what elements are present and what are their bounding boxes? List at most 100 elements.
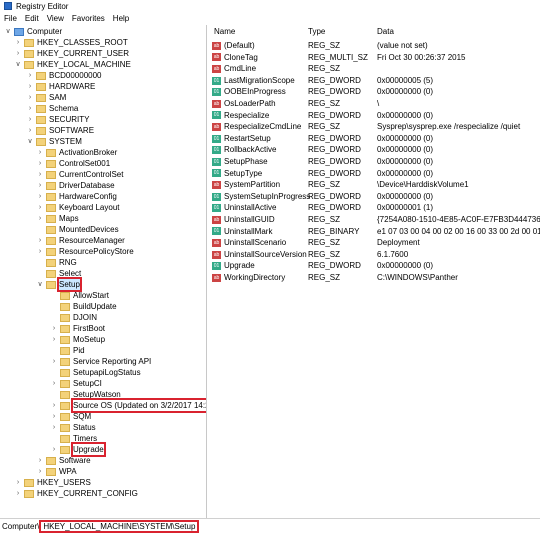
expand-chevron-icon[interactable]: › [50, 444, 58, 455]
value-row[interactable]: 01 UninstallActive REG_DWORD 0x00000001 (1) [212, 202, 538, 214]
tree-node[interactable]: Timers [50, 433, 97, 444]
tree-node[interactable]: › SOFTWARE [26, 125, 94, 136]
expand-chevron-icon[interactable]: › [50, 334, 58, 345]
tree-node[interactable]: › HKEY_USERS [14, 477, 91, 488]
expand-chevron-icon[interactable]: › [26, 114, 34, 125]
tree-node[interactable]: › HARDWARE [26, 81, 96, 92]
tree-node[interactable]: › Maps [36, 213, 79, 224]
expand-chevron-icon[interactable]: › [36, 191, 44, 202]
value-row[interactable]: ab CloneTag REG_MULTI_SZ Fri Oct 30 00:26:3… [212, 52, 538, 64]
tree-node[interactable]: › SECURITY [26, 114, 90, 125]
tree-node[interactable]: Select [36, 268, 81, 279]
tree-node[interactable]: › CurrentControlSet [36, 169, 124, 180]
tree-node[interactable]: › HKEY_CURRENT_USER [14, 48, 129, 59]
expand-chevron-icon[interactable]: › [50, 411, 58, 422]
expand-chevron-icon[interactable]: › [14, 477, 22, 488]
value-row[interactable]: ab SystemPartition REG_SZ \Device\HarddiskV… [212, 179, 538, 191]
tree-node[interactable]: › Keyboard Layout [36, 202, 120, 213]
tree-node[interactable]: ∨ HKEY_LOCAL_MACHINE [14, 59, 130, 70]
registry-tree[interactable]: ∨ Computer › HKEY_CLASSES_ROOT › HKEY_CURRENT… [0, 25, 207, 518]
expand-chevron-icon[interactable]: › [36, 235, 44, 246]
menu-favorites[interactable]: Favorites [72, 14, 105, 23]
expand-chevron-icon[interactable]: › [36, 246, 44, 257]
value-row[interactable]: ab CmdLine REG_SZ [212, 63, 538, 75]
tree-node[interactable]: › BCD00000000 [26, 70, 102, 81]
collapse-chevron-icon[interactable]: ∨ [26, 136, 34, 147]
value-row[interactable]: 01 LastMigrationScope REG_DWORD 0x00000005 … [212, 75, 538, 87]
value-row[interactable]: 01 RollbackActive REG_DWORD 0x00000000 (0) [212, 144, 538, 156]
value-row[interactable]: ab RespecializeCmdLine REG_SZ Sysprep\syspr… [212, 121, 538, 133]
tree-node[interactable]: ∨ SYSTEM [26, 136, 81, 147]
value-row[interactable]: 01 Upgrade REG_DWORD 0x00000000 (0) [212, 260, 538, 272]
column-header-name[interactable]: Name [214, 27, 235, 37]
tree-node[interactable]: › Schema [26, 103, 79, 114]
value-row[interactable]: ab UninstallSourceVersion REG_SZ 6.1.7600 [212, 249, 538, 261]
collapse-chevron-icon[interactable]: ∨ [4, 26, 12, 37]
expand-chevron-icon[interactable]: › [50, 323, 58, 334]
menu-help[interactable]: Help [113, 14, 129, 23]
expand-chevron-icon[interactable]: › [26, 103, 34, 114]
value-row[interactable]: 01 SetupPhase REG_DWORD 0x00000000 (0) [212, 156, 538, 168]
tree-node[interactable]: › MoSetup [50, 334, 105, 345]
tree-node[interactable]: › Software [36, 455, 91, 466]
value-row[interactable]: ab (Default) REG_SZ (value not set) [212, 40, 538, 52]
value-row[interactable]: 01 Respecialize REG_DWORD 0x00000000 (0) [212, 110, 538, 122]
expand-chevron-icon[interactable]: › [36, 455, 44, 466]
tree-node[interactable]: › SAM [26, 92, 67, 103]
tree-node[interactable]: › ResourcePolicyStore [36, 246, 134, 257]
tree-node[interactable]: › ControlSet001 [36, 158, 110, 169]
value-row[interactable]: 01 RestartSetup REG_DWORD 0x00000000 (0) [212, 133, 538, 145]
value-row[interactable]: ab UninstallGUID REG_SZ {7254A080-1510-4E85… [212, 214, 540, 226]
collapse-chevron-icon[interactable]: ∨ [14, 59, 22, 70]
tree-node[interactable]: SetupapiLogStatus [50, 367, 141, 378]
tree-node[interactable]: › Source OS (Updated on 3/2/2017 14:25:37… [50, 398, 206, 413]
tree-node[interactable]: › HKEY_CLASSES_ROOT [14, 37, 128, 48]
expand-chevron-icon[interactable]: › [50, 400, 58, 411]
collapse-chevron-icon[interactable]: ∨ [36, 279, 44, 290]
tree-node[interactable]: ∨ Computer [4, 26, 62, 37]
tree-node[interactable]: AllowStart [50, 290, 109, 301]
tree-node[interactable]: › FirstBoot [50, 323, 105, 334]
tree-node[interactable]: › WPA [36, 466, 77, 477]
tree-node[interactable]: › DriverDatabase [36, 180, 115, 191]
value-row[interactable]: 01 UninstallMark REG_BINARY e1 07 03 00 04 … [212, 226, 540, 238]
tree-node[interactable]: › SQM [50, 411, 91, 422]
value-row[interactable]: ab WorkingDirectory REG_SZ C:\WINDOWS\Panth… [212, 272, 538, 284]
menu-edit[interactable]: Edit [25, 14, 39, 23]
tree-node[interactable]: BuildUpdate [50, 301, 117, 312]
tree-node[interactable]: DJOIN [50, 312, 97, 323]
value-row[interactable]: ab UninstallScenario REG_SZ Deployment [212, 237, 538, 249]
tree-node[interactable]: › ResourceManager [36, 235, 125, 246]
menu-view[interactable]: View [47, 14, 64, 23]
tree-node[interactable]: RNG [36, 257, 77, 268]
expand-chevron-icon[interactable]: › [36, 202, 44, 213]
expand-chevron-icon[interactable]: › [14, 48, 22, 59]
expand-chevron-icon[interactable]: › [50, 422, 58, 433]
value-row[interactable]: 01 OOBEInProgress REG_DWORD 0x00000000 (0) [212, 86, 538, 98]
tree-node[interactable]: ∨ Setup [36, 277, 82, 292]
expand-chevron-icon[interactable]: › [26, 70, 34, 81]
expand-chevron-icon[interactable]: › [36, 180, 44, 191]
tree-node[interactable]: › Status [50, 422, 96, 433]
expand-chevron-icon[interactable]: › [26, 81, 34, 92]
expand-chevron-icon[interactable]: › [36, 147, 44, 158]
expand-chevron-icon[interactable]: › [36, 213, 44, 224]
tree-node[interactable]: MountedDevices [36, 224, 119, 235]
tree-node[interactable]: SetupWatson [50, 389, 121, 400]
expand-chevron-icon[interactable]: › [36, 466, 44, 477]
expand-chevron-icon[interactable]: › [50, 356, 58, 367]
column-header-data[interactable]: Data [377, 27, 394, 37]
expand-chevron-icon[interactable]: › [26, 125, 34, 136]
tree-node[interactable]: Pid [50, 345, 85, 356]
expand-chevron-icon[interactable]: › [14, 37, 22, 48]
column-header-type[interactable]: Type [308, 27, 325, 37]
tree-node[interactable]: › SetupCI [50, 378, 102, 389]
expand-chevron-icon[interactable]: › [36, 169, 44, 180]
tree-node[interactable]: › HardwareConfig [36, 191, 117, 202]
tree-node[interactable]: › HKEY_CURRENT_CONFIG [14, 488, 138, 499]
value-row[interactable]: ab OsLoaderPath REG_SZ \ [212, 98, 538, 110]
expand-chevron-icon[interactable]: › [36, 158, 44, 169]
menu-file[interactable]: File [4, 14, 17, 23]
expand-chevron-icon[interactable]: › [14, 488, 22, 499]
value-row[interactable]: 01 SystemSetupInProgress REG_DWORD 0x000000… [212, 191, 538, 203]
